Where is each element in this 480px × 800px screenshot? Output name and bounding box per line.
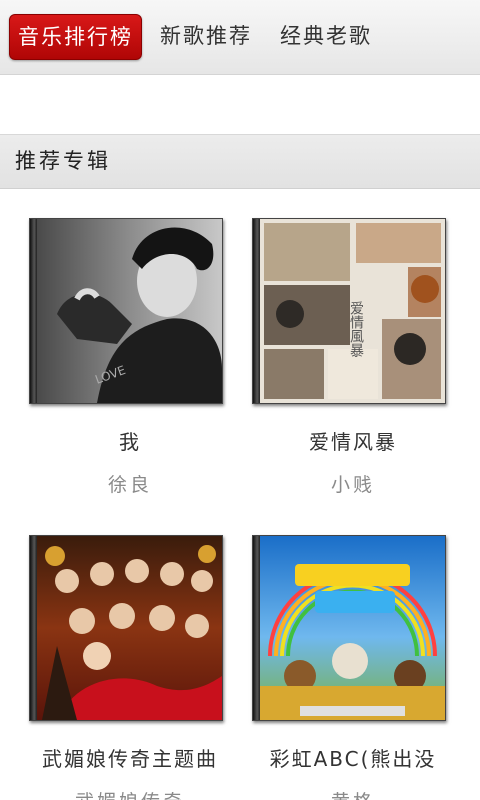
- section-title: 推荐专辑: [15, 149, 111, 173]
- album-artist: 黄格: [243, 787, 463, 800]
- section-header: 推荐专辑: [0, 134, 480, 189]
- album-title: 武媚娘传奇主题曲: [42, 747, 218, 771]
- album-cover-image[interactable]: 爱情風暴: [252, 218, 446, 404]
- album-title: 我: [119, 430, 141, 454]
- top-tab-bar: 音乐排行榜 新歌推荐 经典老歌: [0, 0, 480, 75]
- portrait-art: LOVE: [37, 219, 222, 403]
- svg-text:爱情風暴: 爱情風暴: [348, 301, 364, 357]
- cd-case-spine: [253, 536, 260, 720]
- app-screen: 音乐排行榜 新歌推荐 经典老歌 推荐专辑 LOVE 我 徐良 爱情風暴 爱情风暴…: [0, 0, 480, 800]
- album-artist: 小贱: [330, 474, 375, 496]
- tab-classic-songs[interactable]: 经典老歌: [280, 14, 372, 58]
- album-title: 爱情风暴: [309, 430, 397, 454]
- album-cover-image[interactable]: [252, 535, 446, 721]
- drama-poster-art: [37, 536, 222, 720]
- album-cover-image[interactable]: [29, 535, 223, 721]
- album-artist: 武媚娘传奇: [20, 787, 240, 800]
- tab-new-songs[interactable]: 新歌推荐: [160, 14, 252, 58]
- tab-music-chart[interactable]: 音乐排行榜: [9, 14, 142, 60]
- cd-case-spine: [253, 219, 260, 403]
- cd-case-spine: [30, 536, 37, 720]
- movie-poster-art: [260, 536, 445, 720]
- collage-art: 爱情風暴: [260, 219, 445, 403]
- cd-case-spine: [30, 219, 37, 403]
- album-title: 彩虹ABC(熊出没: [269, 747, 437, 771]
- album-cover-image[interactable]: LOVE: [29, 218, 223, 404]
- album-artist: 徐良: [107, 474, 152, 496]
